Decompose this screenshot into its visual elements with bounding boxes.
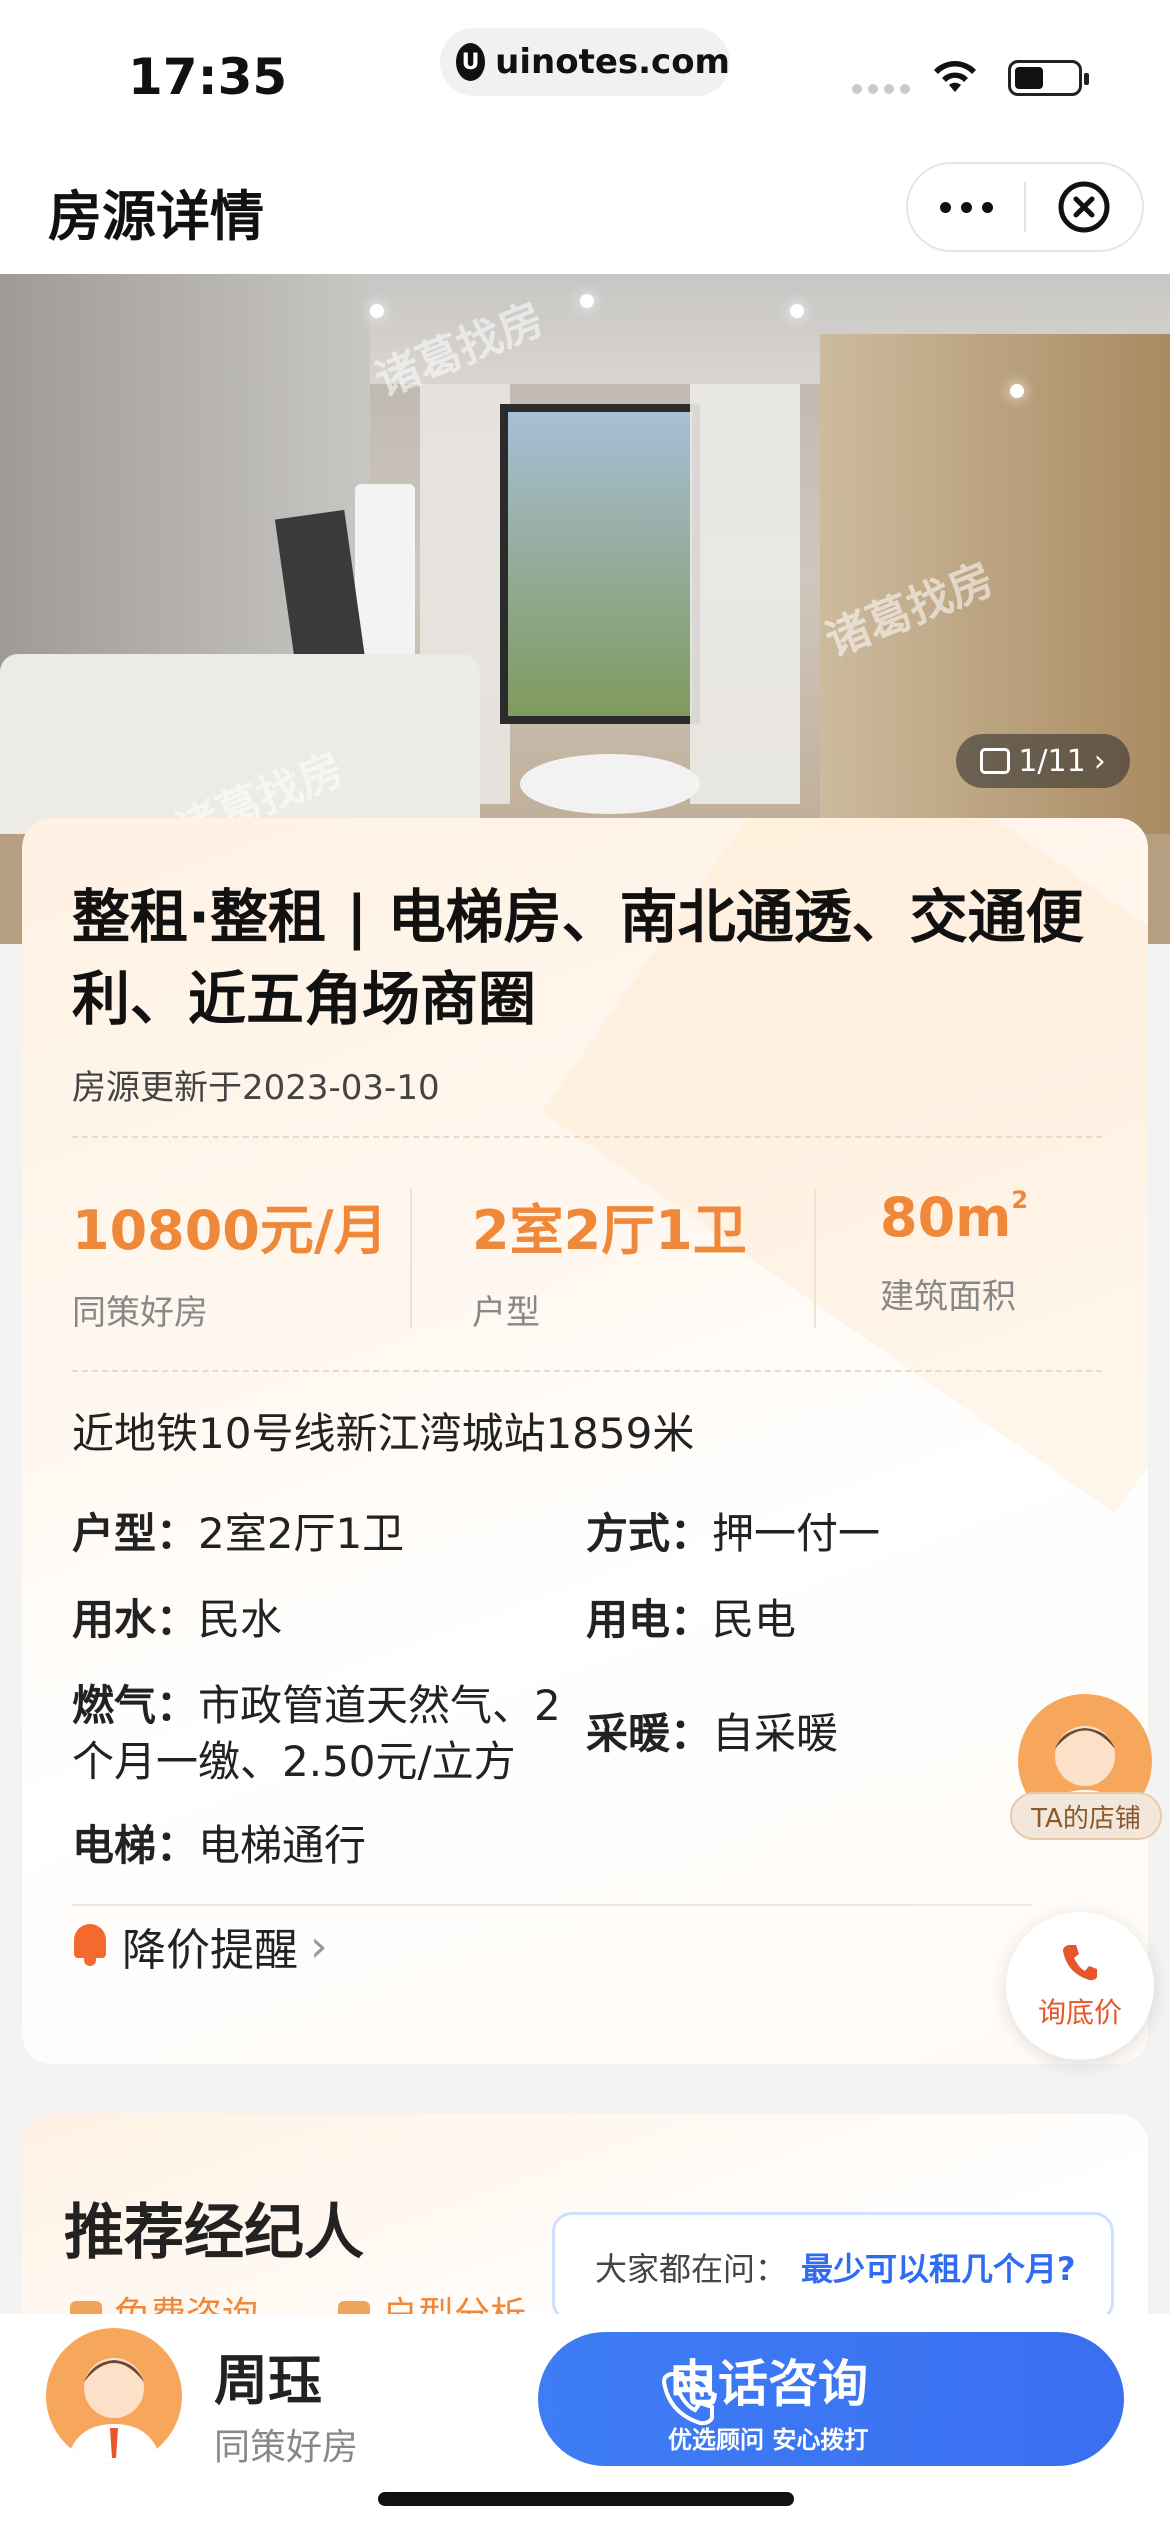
price-alert-label: 降价提醒 bbox=[122, 1925, 298, 1976]
page-title: 房源详情 bbox=[48, 185, 264, 248]
status-bar: 17:35 U uinotes.com bbox=[0, 0, 1170, 140]
agent-section-heading: 推荐经纪人 bbox=[64, 2198, 364, 2268]
attr-elevator: 电梯：电梯通行 bbox=[72, 1821, 367, 1870]
agent-avatar[interactable] bbox=[46, 2328, 182, 2464]
chevron-right-icon: › bbox=[1093, 743, 1106, 779]
url-pill[interactable]: U uinotes.com bbox=[440, 28, 730, 96]
image-icon bbox=[980, 748, 1011, 774]
url-text: uinotes.com bbox=[495, 42, 730, 82]
subway-distance: 近地铁10号线新江湾城站1859米 bbox=[72, 1409, 695, 1458]
shop-label[interactable]: TA的店铺 bbox=[1010, 1792, 1162, 1840]
site-logo-icon: U bbox=[456, 43, 486, 81]
listing-updated: 房源更新于2023-03-10 bbox=[72, 1068, 440, 1108]
listing-title: 整租·整租 | 电梯房、南北通透、交通便利、近五角场商圈 bbox=[72, 883, 1084, 1033]
attr-payment: 方式：押一付一 bbox=[586, 1509, 881, 1558]
price-alert-link[interactable]: 降价提醒 › bbox=[70, 1914, 328, 1978]
ask-price-label: 询底价 bbox=[1037, 1996, 1122, 2029]
faq-bubble[interactable]: 大家都在问： 最少可以租几个月? bbox=[552, 2212, 1114, 2347]
wifi-icon bbox=[930, 58, 980, 100]
battery-icon bbox=[1008, 60, 1089, 96]
close-icon[interactable] bbox=[1026, 180, 1142, 234]
agent-name: 周珏 bbox=[214, 2349, 322, 2412]
attr-heating: 采暖：自采暖 bbox=[586, 1709, 839, 1758]
attr-gas: 燃气：市政管道天然气、2个月一缴、2.50元/立方 bbox=[72, 1681, 561, 1786]
agent-company: 同策好房 bbox=[214, 2427, 359, 2468]
stat-area: 80m2 建筑面积 bbox=[880, 1186, 1029, 1317]
signal-icon bbox=[852, 84, 910, 94]
chevron-right-icon: › bbox=[310, 1920, 328, 1972]
attr-electricity: 用电：民电 bbox=[586, 1595, 797, 1644]
stat-price: 10800元/月 同策好房 bbox=[72, 1199, 388, 1333]
status-time: 17:35 bbox=[128, 48, 288, 106]
bell-icon bbox=[70, 1924, 110, 1968]
mini-program-capsule bbox=[906, 162, 1144, 252]
home-indicator[interactable] bbox=[378, 2492, 794, 2506]
phone-consult-button[interactable]: 电话咨询 优选顾问 安心拨打 bbox=[538, 2332, 1124, 2466]
photo-counter[interactable]: 1/11 › bbox=[956, 734, 1130, 788]
listing-info-card: 整租·整租 | 电梯房、南北通透、交通便利、近五角场商圈 房源更新于2023-0… bbox=[22, 818, 1148, 2064]
phone-icon bbox=[1063, 1945, 1097, 1981]
attr-water: 用水：民水 bbox=[72, 1595, 283, 1644]
nav-bar: 房源详情 bbox=[0, 140, 1170, 274]
phone-icon bbox=[661, 2372, 714, 2426]
faq-question: 最少可以租几个月? bbox=[801, 2250, 1076, 2288]
more-icon[interactable] bbox=[908, 201, 1024, 213]
stat-layout: 2室2厅1卫 户型 bbox=[472, 1199, 747, 1333]
faq-prefix: 大家都在问： bbox=[595, 2250, 788, 2288]
photo-counter-text: 1/11 bbox=[1018, 743, 1086, 779]
attr-layout: 户型：2室2厅1卫 bbox=[72, 1509, 405, 1558]
ask-price-button[interactable]: 询底价 bbox=[1006, 1912, 1154, 2060]
